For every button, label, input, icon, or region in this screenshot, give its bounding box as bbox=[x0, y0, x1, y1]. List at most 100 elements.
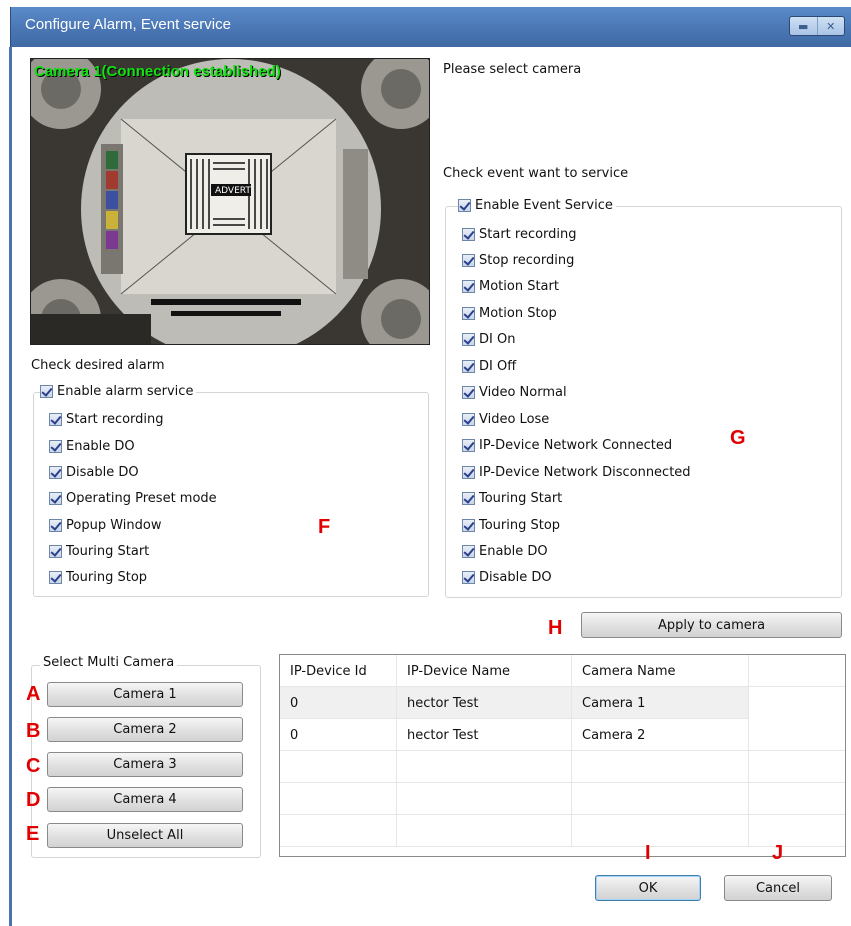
checkbox-label: Touring Start bbox=[479, 491, 563, 506]
checkbox-checked-icon bbox=[49, 413, 62, 426]
alarm-preset-mode-checkbox[interactable]: Operating Preset mode bbox=[49, 491, 217, 506]
checkbox-label: Enable DO bbox=[479, 544, 548, 559]
title-bar[interactable]: Configure Alarm, Event service ▬ ✕ bbox=[10, 7, 851, 47]
event-touring-stop-checkbox[interactable]: Touring Stop bbox=[462, 518, 560, 533]
cell-empty bbox=[397, 751, 572, 783]
close-icon[interactable]: ✕ bbox=[816, 17, 845, 35]
checkbox-checked-icon bbox=[462, 228, 475, 241]
camera-3-button[interactable]: Camera 3 bbox=[47, 752, 243, 777]
select-camera-label: Please select camera bbox=[443, 62, 582, 77]
cell-empty bbox=[572, 783, 749, 815]
camera-4-button[interactable]: Camera 4 bbox=[47, 787, 243, 812]
alarm-disable-do-checkbox[interactable]: Disable DO bbox=[49, 465, 139, 480]
checkbox-checked-icon bbox=[49, 466, 62, 479]
cell-camera-name: Camera 2 bbox=[572, 719, 749, 751]
cell-empty bbox=[572, 751, 749, 783]
column-header-empty bbox=[749, 655, 845, 687]
event-start-recording-checkbox[interactable]: Start recording bbox=[462, 227, 577, 242]
checkbox-checked-icon bbox=[462, 360, 475, 373]
cell-empty bbox=[397, 815, 572, 847]
table-header: IP-Device Id IP-Device Name Camera Name bbox=[280, 655, 845, 687]
event-stop-recording-checkbox[interactable]: Stop recording bbox=[462, 253, 574, 268]
table-row[interactable]: 0 hector Test Camera 1 bbox=[280, 687, 845, 719]
checkbox-checked-icon bbox=[49, 440, 62, 453]
checkbox-label: Enable DO bbox=[66, 439, 135, 454]
checkbox-label: Popup Window bbox=[66, 518, 162, 533]
table-row-empty bbox=[280, 815, 845, 847]
annotation-marker-c: C bbox=[26, 755, 41, 777]
checkbox-label: IP-Device Network Disconnected bbox=[479, 465, 691, 480]
cell-empty bbox=[397, 783, 572, 815]
checkbox-label: Touring Start bbox=[66, 544, 150, 559]
checkbox-label: Operating Preset mode bbox=[66, 491, 217, 506]
event-video-normal-checkbox[interactable]: Video Normal bbox=[462, 385, 567, 400]
cancel-button[interactable]: Cancel bbox=[724, 875, 832, 901]
checkbox-label: DI Off bbox=[479, 359, 517, 374]
checkbox-label: Enable alarm service bbox=[57, 384, 194, 399]
checkbox-label: Motion Start bbox=[479, 279, 559, 294]
check-event-label: Check event want to service bbox=[443, 166, 629, 181]
checkbox-checked-icon bbox=[49, 519, 62, 532]
window-border bbox=[9, 47, 12, 926]
unselect-all-button[interactable]: Unselect All bbox=[47, 823, 243, 848]
minimize-icon[interactable]: ▬ bbox=[790, 17, 817, 35]
checkbox-checked-icon bbox=[462, 386, 475, 399]
checkbox-checked-icon bbox=[49, 492, 62, 505]
event-enable-do-checkbox[interactable]: Enable DO bbox=[462, 544, 548, 559]
annotation-marker-j: J bbox=[772, 842, 784, 864]
cell-empty bbox=[749, 687, 845, 719]
dialog-window: Configure Alarm, Event service ▬ ✕ ADVER… bbox=[0, 0, 851, 926]
event-network-disconnected-checkbox[interactable]: IP-Device Network Disconnected bbox=[462, 465, 691, 480]
checkbox-checked-icon bbox=[462, 333, 475, 346]
camera-2-button[interactable]: Camera 2 bbox=[47, 717, 243, 742]
checkbox-checked-icon bbox=[462, 571, 475, 584]
event-touring-start-checkbox[interactable]: Touring Start bbox=[462, 491, 562, 506]
checkbox-label: Motion Stop bbox=[479, 306, 557, 321]
ok-button[interactable]: OK bbox=[595, 875, 701, 901]
checkbox-checked-icon bbox=[462, 545, 475, 558]
checkbox-checked-icon bbox=[462, 307, 475, 320]
cell-device-id: 0 bbox=[280, 687, 397, 719]
device-camera-table[interactable]: IP-Device Id IP-Device Name Camera Name … bbox=[279, 654, 846, 857]
camera-1-button[interactable]: Camera 1 bbox=[47, 682, 243, 707]
event-di-off-checkbox[interactable]: DI Off bbox=[462, 359, 516, 374]
annotation-marker-b: B bbox=[26, 720, 41, 742]
cell-empty bbox=[280, 783, 397, 815]
apply-to-camera-button[interactable]: Apply to camera bbox=[581, 612, 842, 638]
checkbox-label: Start recording bbox=[66, 412, 164, 427]
annotation-marker-a: A bbox=[26, 683, 41, 705]
checkbox-checked-icon bbox=[458, 199, 471, 212]
event-di-on-checkbox[interactable]: DI On bbox=[462, 332, 515, 347]
alarm-enable-do-checkbox[interactable]: Enable DO bbox=[49, 439, 135, 454]
event-network-connected-checkbox[interactable]: IP-Device Network Connected bbox=[462, 438, 672, 453]
alarm-touring-start-checkbox[interactable]: Touring Start bbox=[49, 544, 149, 559]
table-row[interactable]: 0 hector Test Camera 2 bbox=[280, 719, 845, 751]
camera-status-label: Camera 1(Connection established) bbox=[34, 63, 281, 80]
enable-event-service-checkbox[interactable]: Enable Event Service bbox=[458, 198, 616, 213]
checkbox-label: IP-Device Network Connected bbox=[479, 438, 673, 453]
event-video-lose-checkbox[interactable]: Video Lose bbox=[462, 412, 549, 427]
annotation-marker-g: G bbox=[730, 427, 746, 449]
annotation-marker-d: D bbox=[26, 789, 41, 811]
table-row-empty bbox=[280, 751, 845, 783]
alarm-popup-window-checkbox[interactable]: Popup Window bbox=[49, 518, 161, 533]
column-header-device-name[interactable]: IP-Device Name bbox=[397, 655, 572, 687]
alarm-touring-stop-checkbox[interactable]: Touring Stop bbox=[49, 570, 147, 585]
event-disable-do-checkbox[interactable]: Disable DO bbox=[462, 570, 552, 585]
column-header-camera-name[interactable]: Camera Name bbox=[572, 655, 749, 687]
camera-preview: ADVERT Camera 1(Connection established) bbox=[30, 58, 430, 345]
test-pattern-image: ADVERT bbox=[31, 59, 429, 344]
annotation-marker-e: E bbox=[26, 823, 40, 845]
cell-empty bbox=[280, 815, 397, 847]
event-motion-start-checkbox[interactable]: Motion Start bbox=[462, 279, 559, 294]
event-motion-stop-checkbox[interactable]: Motion Stop bbox=[462, 306, 557, 321]
cell-device-name: hector Test bbox=[397, 687, 572, 719]
column-header-device-id[interactable]: IP-Device Id bbox=[280, 655, 397, 687]
checkbox-checked-icon bbox=[462, 492, 475, 505]
enable-alarm-service-checkbox[interactable]: Enable alarm service bbox=[40, 384, 197, 399]
checkbox-label: Touring Stop bbox=[66, 570, 148, 585]
multi-camera-legend: Select Multi Camera bbox=[40, 655, 178, 670]
checkbox-label: DI On bbox=[479, 332, 516, 347]
alarm-start-recording-checkbox[interactable]: Start recording bbox=[49, 412, 164, 427]
checkbox-label: Disable DO bbox=[479, 570, 552, 585]
